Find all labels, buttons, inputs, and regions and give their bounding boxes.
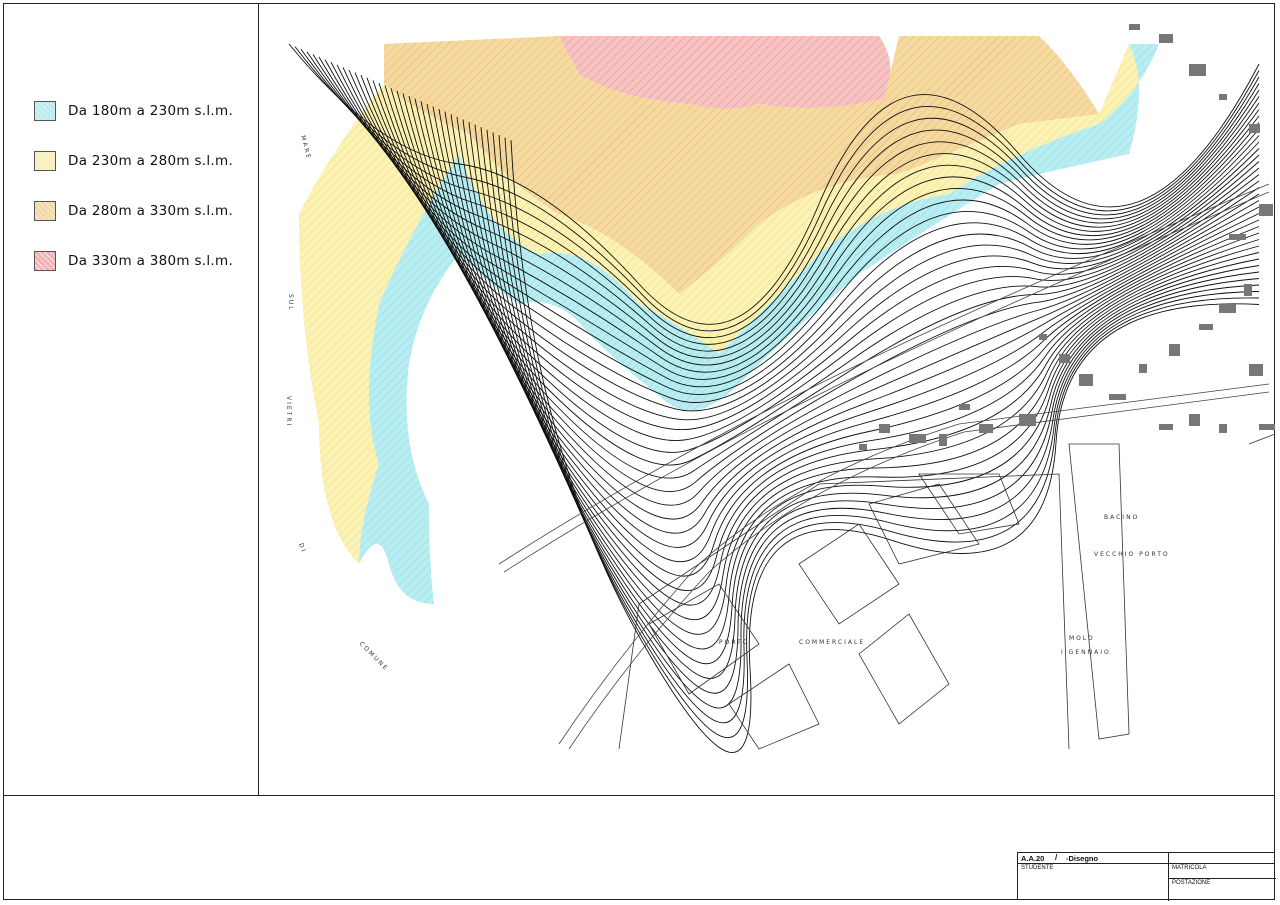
map-label-gennaio: I GENNAIO [1061,649,1111,656]
building [1249,364,1263,376]
legend-swatch-red [34,251,56,271]
building [959,404,970,410]
building [1259,204,1273,216]
building [1229,234,1246,240]
subject-title: -Disegno [1066,854,1099,863]
bottom-divider [3,795,1275,796]
map-label-vecchio-porto: VECCHIO PORTO [1094,551,1170,558]
legend-label: Da 230m a 280m s.l.m. [68,153,234,169]
building [879,424,890,433]
legend-item-180-230: Da 180m a 230m s.l.m. [34,98,233,124]
building [979,424,993,433]
map-label-molo: MOLO [1069,635,1095,642]
map-label-sul: SUL [287,294,294,312]
building [1219,424,1227,433]
building [1259,424,1275,430]
course-year: A.A.20 [1021,854,1045,863]
building [1079,374,1093,386]
legend-item-280-330: Da 280m a 330m s.l.m. [34,198,233,224]
map-label-commerciale: COMMERCIALE [799,639,865,646]
title-block-divider [1168,853,1169,901]
legend-label: Da 180m a 230m s.l.m. [68,103,234,119]
building [1039,334,1047,340]
legend-label: Da 330m a 380m s.l.m. [68,253,234,269]
legend-label: Da 280m a 330m s.l.m. [68,203,234,219]
elevation-legend: Da 180m a 230m s.l.m. Da 230m a 280m s.l… [34,98,233,298]
building [1219,94,1227,100]
building [1219,304,1236,313]
map-label-vietri: VIETRI [285,396,292,427]
building [1139,364,1147,373]
building [1159,424,1173,430]
contour-map-svg: PORTO COMMERCIALE BACINO VECCHIO PORTO M… [285,24,1275,753]
building [1249,124,1260,133]
building [1159,34,1173,43]
map-label-di: DI [297,542,307,554]
building [1189,414,1200,426]
map-label-bacino: BACINO [1104,514,1139,521]
legend-item-230-280: Da 230m a 280m s.l.m. [34,148,233,174]
title-separator: / [1055,853,1058,862]
topographic-map[interactable]: PORTO COMMERCIALE BACINO VECCHIO PORTO M… [259,4,1275,794]
building [1244,284,1252,296]
legend-swatch-yellow [34,151,56,171]
title-block-header: A.A.20 / -Disegno [1018,853,1275,864]
building [1189,64,1206,76]
building [859,444,867,450]
map-label-mare: MARE [299,135,312,161]
student-field[interactable]: STUDENTE [1021,865,1053,871]
building [1109,394,1126,400]
matricola-field[interactable]: MATRICOLA [1172,865,1207,871]
title-block: A.A.20 / -Disegno STUDENTE MATRICOLA POS… [1017,852,1276,901]
building [1169,344,1180,356]
building [939,434,947,446]
legend-swatch-orange [34,201,56,221]
port-area [618,433,1275,750]
legend-item-330-380: Da 330m a 380m s.l.m. [34,248,233,274]
legend-swatch-cyan [34,101,56,121]
building [1199,324,1213,330]
building [909,434,926,443]
map-label-porto: PORTO [719,639,749,646]
building [1019,414,1036,426]
postazione-field[interactable]: POSTAZIONE [1172,880,1210,886]
map-label-comune: COMUNE [358,640,390,672]
building [1059,354,1070,363]
title-block-row-divider [1168,878,1276,879]
building [1129,24,1140,30]
